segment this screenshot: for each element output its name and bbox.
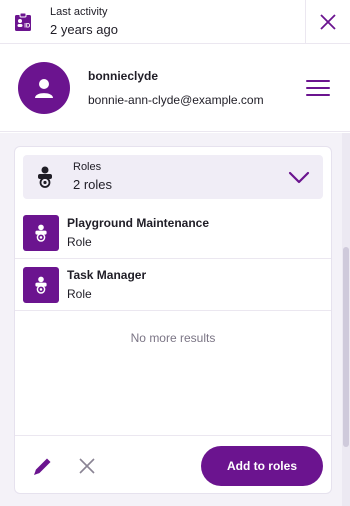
role-name: Playground Maintenance	[67, 216, 210, 230]
last-activity-label: Last activity	[50, 5, 108, 18]
list-item[interactable]: Task Manager Role	[15, 259, 331, 311]
close-icon[interactable]	[77, 456, 97, 476]
role-icon	[35, 165, 55, 189]
role-icon	[23, 266, 59, 303]
roles-list: Playground Maintenance Role Task Manager…	[15, 207, 331, 311]
card-footer: Add to roles	[15, 435, 331, 493]
scrollbar-thumb[interactable]	[343, 247, 349, 447]
user-email: bonnie-ann-clyde@example.com	[88, 92, 264, 107]
chevron-down-icon	[288, 171, 310, 184]
add-to-roles-button[interactable]: Add to roles	[201, 445, 323, 486]
top-bar: ID Last activity 2 years ago	[0, 0, 350, 44]
id-card-icon: ID	[12, 11, 34, 33]
last-activity: ID Last activity 2 years ago	[0, 0, 306, 43]
profile-header: bonnieclyde bonnie-ann-clyde@example.com	[0, 44, 350, 132]
role-type: Role	[67, 235, 92, 249]
user-icon	[35, 78, 53, 98]
no-more-results: No more results	[130, 331, 216, 345]
list-item[interactable]: Playground Maintenance Role	[15, 207, 331, 259]
last-activity-value: 2 years ago	[50, 21, 118, 37]
roles-title: Roles	[73, 161, 102, 173]
username: bonnieclyde	[88, 68, 159, 83]
pencil-icon[interactable]	[31, 454, 55, 478]
roles-count: 2 roles	[73, 177, 113, 192]
hamburger-menu-icon	[306, 79, 330, 82]
role-type: Role	[67, 287, 92, 301]
role-icon	[23, 214, 59, 251]
svg-text:ID: ID	[24, 23, 31, 29]
role-name: Task Manager	[67, 268, 147, 282]
menu-button[interactable]	[306, 78, 330, 98]
avatar	[18, 61, 70, 114]
close-icon	[320, 13, 336, 30]
roles-accordion-header[interactable]: Roles 2 roles	[23, 155, 323, 199]
roles-card: Roles 2 roles Playground Maintenance Rol…	[14, 146, 332, 494]
close-button[interactable]	[306, 0, 350, 43]
